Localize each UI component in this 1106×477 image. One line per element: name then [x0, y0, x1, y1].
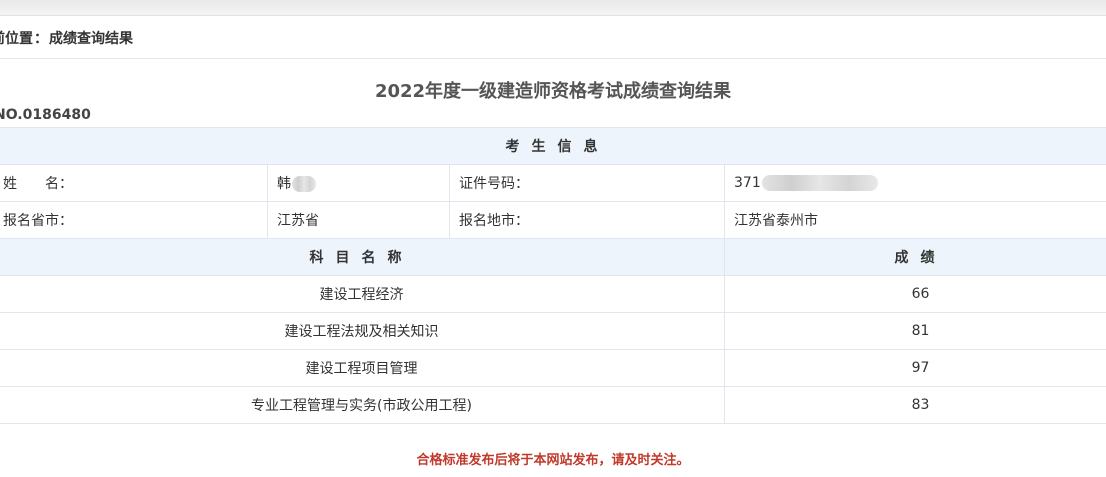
id-value-text: 371 — [734, 175, 761, 191]
subject-cell: 建设工程经济 — [0, 275, 725, 313]
id-redaction — [761, 175, 878, 191]
breadcrumb-separator: ： — [34, 31, 48, 47]
scores-header-row: 科目名称 成绩 — [0, 238, 1106, 276]
table-row: 建设工程项目管理 97 — [0, 349, 1106, 387]
name-value-text: 韩 — [277, 176, 291, 192]
results-page: 前位置：成绩查询结果 2022年度一级建造师资格考试成绩查询结果 NO.0186… — [0, 0, 1106, 477]
candidate-row-name: 姓 名： 韩 证件号码： 371 — [0, 164, 1106, 202]
score-cell: 66 — [724, 275, 1106, 313]
table-row: 专业工程管理与实务(市政公用工程) 83 — [0, 386, 1106, 424]
name-label: 姓 名： — [0, 164, 268, 202]
score-header: 成绩 — [724, 238, 1106, 276]
page-title: 2022年度一级建造师资格考试成绩查询结果 — [374, 81, 732, 102]
breadcrumb-divider — [0, 58, 1106, 59]
id-label: 证件号码： — [449, 164, 725, 202]
breadcrumb-label: 前位置 — [0, 31, 33, 47]
province-value: 江苏省 — [267, 201, 450, 239]
name-value: 韩 — [267, 164, 450, 202]
top-bar — [0, 0, 1106, 16]
serial-number: NO.0186480 — [0, 107, 91, 123]
score-cell: 97 — [724, 349, 1106, 387]
subject-cell: 建设工程法规及相关知识 — [0, 312, 725, 350]
score-cell: 81 — [724, 312, 1106, 350]
breadcrumb: 前位置：成绩查询结果 — [0, 28, 133, 48]
score-cell: 83 — [724, 386, 1106, 424]
candidate-info-header-row: 考生信息 — [0, 127, 1106, 165]
province-label: 报名省市： — [0, 201, 268, 239]
subject-cell: 专业工程管理与实务(市政公用工程) — [0, 386, 725, 424]
id-value: 371 — [724, 164, 1106, 202]
subject-cell: 建设工程项目管理 — [0, 349, 725, 387]
subject-header: 科目名称 — [0, 238, 725, 276]
table-row: 建设工程经济 66 — [0, 275, 1106, 313]
city-value: 江苏省泰州市 — [724, 201, 1106, 239]
results-table: 考生信息 姓 名： 韩 证件号码： 371 报名省市： 江苏省 报名地市： 江苏… — [0, 127, 1106, 424]
candidate-info-header: 考生信息 — [0, 127, 1106, 165]
breadcrumb-current: 成绩查询结果 — [49, 31, 133, 47]
city-label: 报名地市： — [449, 201, 725, 239]
candidate-row-location: 报名省市： 江苏省 报名地市： 江苏省泰州市 — [0, 201, 1106, 239]
name-redaction — [292, 176, 316, 192]
table-row: 建设工程法规及相关知识 81 — [0, 312, 1106, 350]
notice-text: 合格标准发布后将于本网站发布，请及时关注。 — [416, 453, 690, 468]
